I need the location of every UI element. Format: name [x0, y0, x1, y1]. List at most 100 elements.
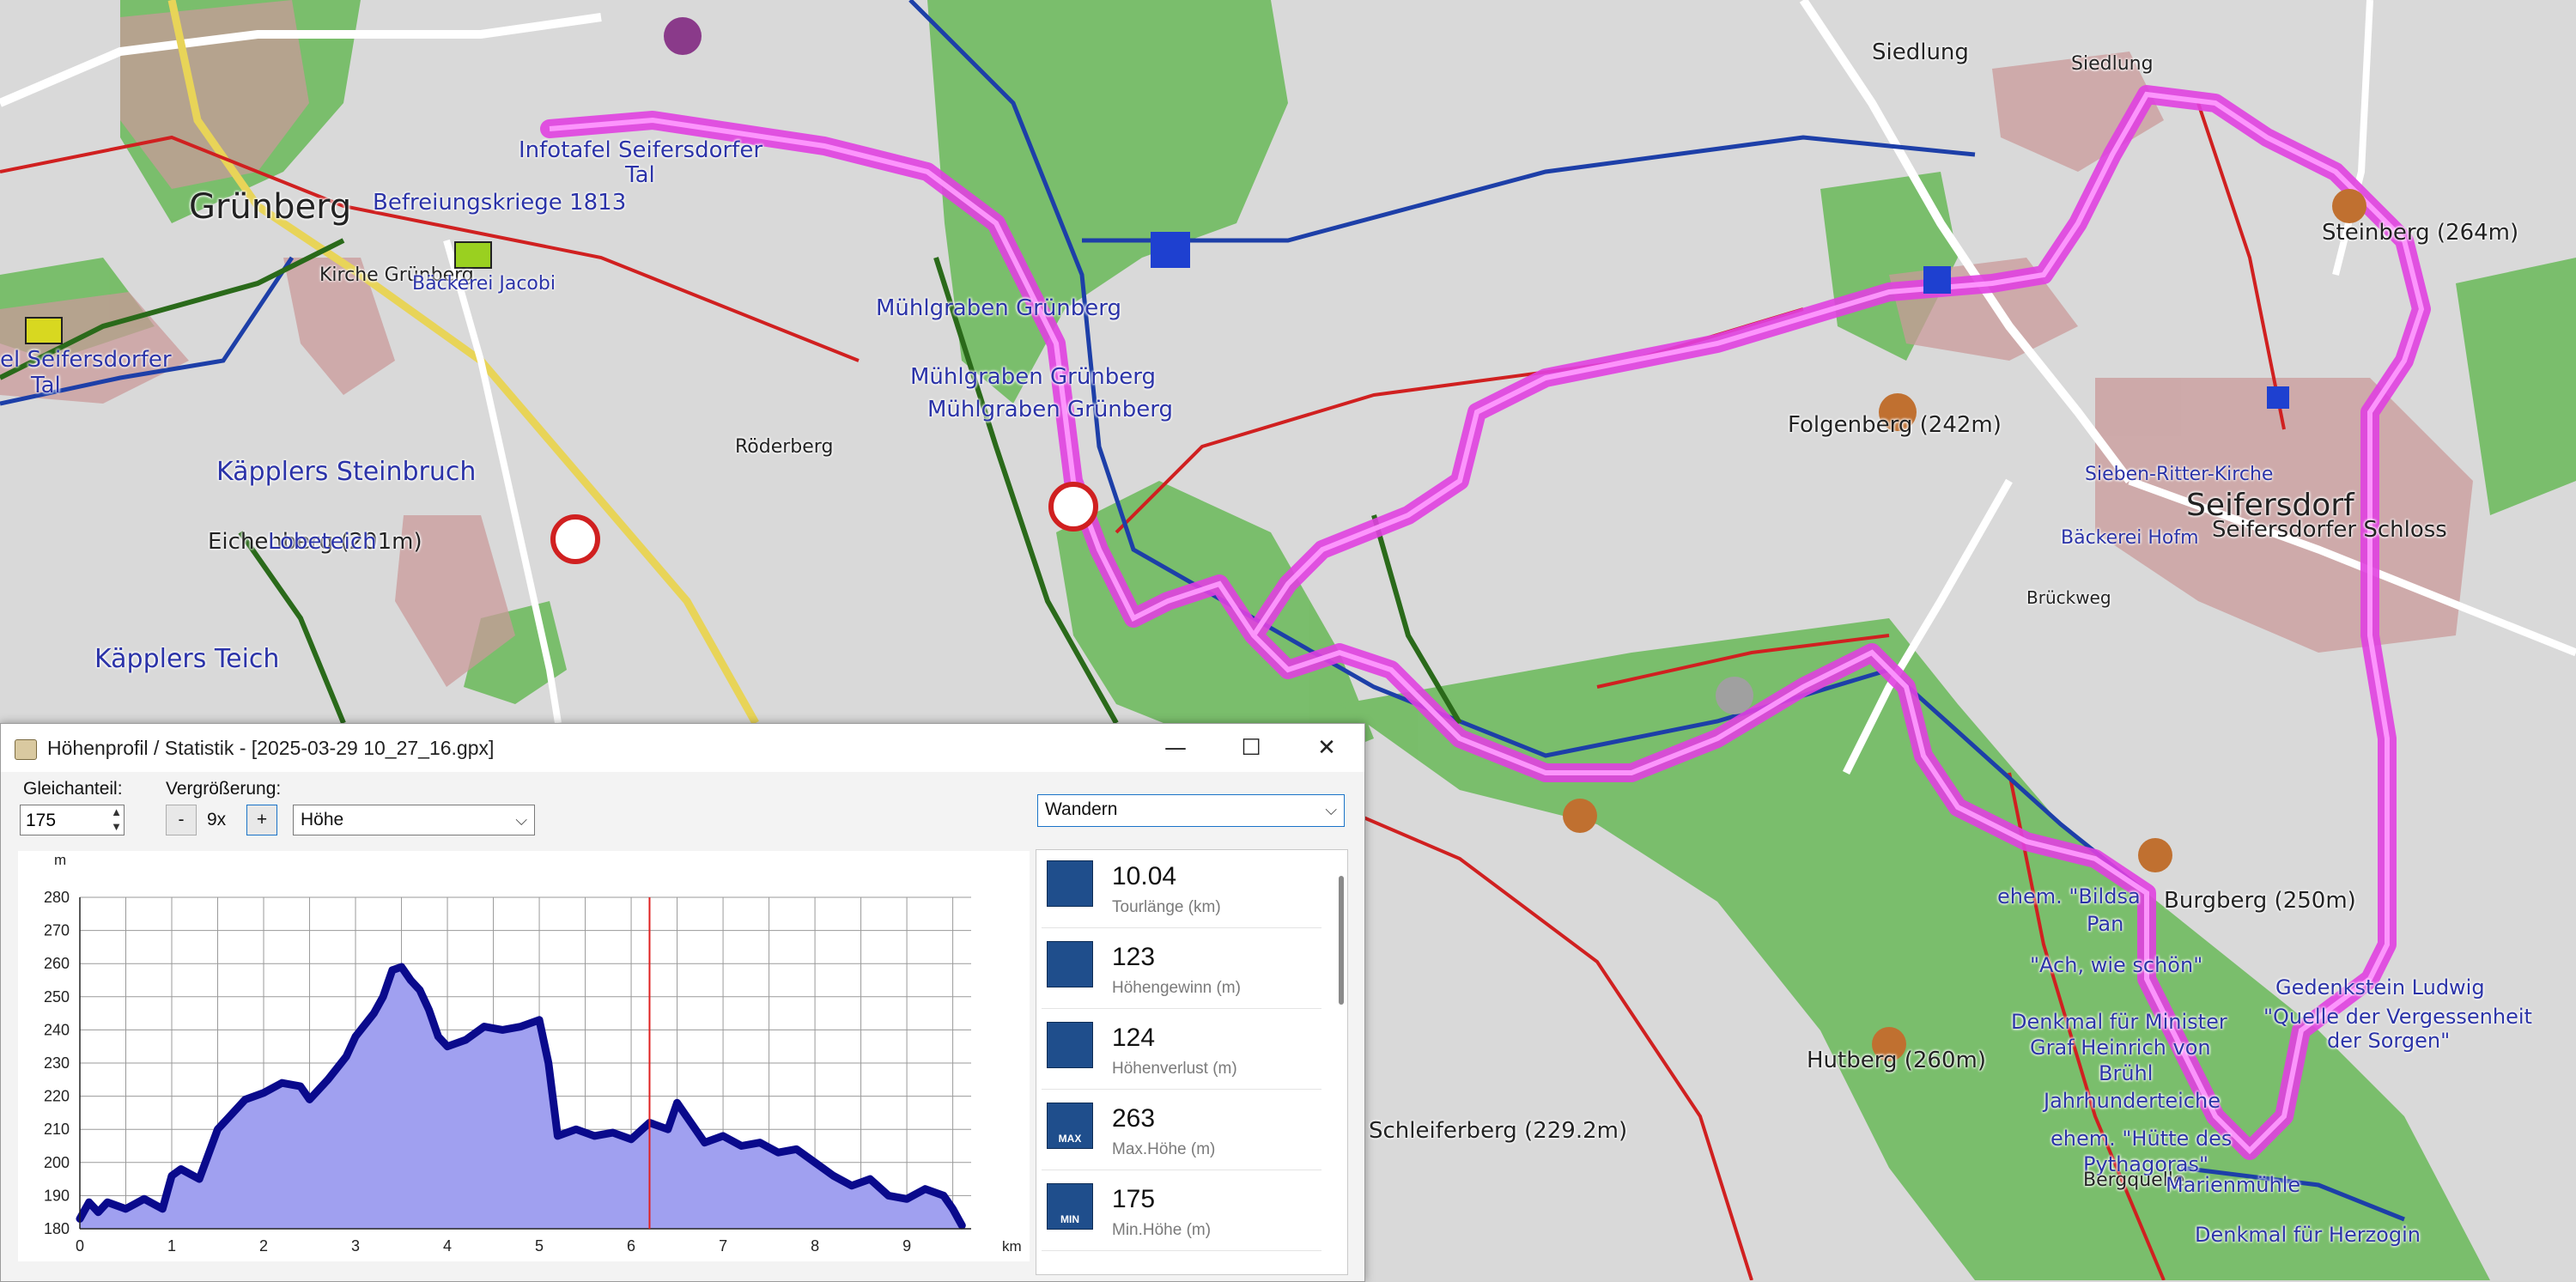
elevation-point [416, 987, 422, 993]
gleichanteil-spinner[interactable]: 175 ▲ ▼ [20, 805, 125, 835]
map-label: Tal [31, 373, 61, 398]
elevation-point [848, 1182, 854, 1188]
y-tick-label: 210 [44, 1121, 70, 1138]
map-label: Mühlgraben Grünberg [910, 364, 1157, 390]
stat-item: 10.04 Tourlänge (km) [1042, 854, 1321, 928]
elevation-point [215, 1127, 221, 1133]
y-tick-label: 190 [44, 1187, 70, 1204]
gleichanteil-label: Gleichanteil: [23, 779, 123, 799]
y-tick-label: 280 [44, 889, 70, 906]
elevation-point [950, 1206, 956, 1212]
elevation-chart[interactable]: 0 1 2 3 4 5 6 7 8 9 180 190 200 210 220 230 240 250 260 270… [18, 851, 1030, 1261]
stat-item: MAX 263 Max.Höhe (m) [1042, 1096, 1321, 1170]
elevation-point [674, 1100, 680, 1106]
zoom-in-button[interactable]: + [246, 805, 277, 835]
chevron-down-icon: ⌵ [515, 811, 527, 829]
map-label: el Seifersdorfer [0, 347, 172, 373]
y-tick-label: 180 [44, 1220, 70, 1237]
stat-label: Höhengewinn (m) [1112, 979, 1241, 997]
y-tick-label: 240 [44, 1021, 70, 1038]
stat-label: Tourlänge (km) [1112, 898, 1221, 916]
map-label: Marienmühle [2166, 1173, 2301, 1197]
pin-icon [664, 17, 702, 55]
no-horses-icon [1048, 482, 1098, 532]
map-label: Käpplers Teich [94, 644, 280, 674]
parking-icon [1923, 266, 1951, 294]
close-button[interactable]: ✕ [1308, 731, 1346, 765]
map-label: Schleiferberg (229.2m) [1369, 1118, 1628, 1144]
elevation-point [224, 1116, 230, 1122]
stat-value: 10.04 [1112, 862, 1177, 890]
spin-up-icon[interactable]: ▲ [111, 805, 122, 819]
activity-select[interactable]: Wandern ⌵ [1037, 794, 1345, 827]
maximize-button[interactable]: ☐ [1232, 731, 1270, 765]
elevation-point [545, 1060, 551, 1066]
elevation-point [371, 1011, 377, 1017]
map-label: Brühl [2099, 1061, 2154, 1085]
elevation-point [537, 1017, 543, 1023]
elevation-point [160, 1206, 166, 1212]
elevation-point [500, 1027, 506, 1033]
y-axis-unit: m [54, 852, 66, 868]
activity-select-value: Wandern [1045, 799, 1118, 819]
elevation-point [307, 1097, 313, 1103]
statistics-panel[interactable]: 10.04 Tourlänge (km) 123 Höhengewinn (m) 124… [1036, 849, 1348, 1275]
map-label: Denkmal für Minister [2011, 1010, 2227, 1034]
map-label: Bäckerei Jacobi [412, 273, 556, 295]
map-label: ehem. "Bildsa [1997, 884, 2141, 908]
elevation-point [940, 1193, 946, 1199]
elevation-point [463, 1036, 469, 1042]
tree-icon [1563, 799, 1597, 833]
elevation-point [518, 1024, 524, 1030]
elevation-point [885, 1193, 891, 1199]
elevation-profile-window[interactable]: Höhenprofil / Statistik - [2025-03-29 10… [0, 723, 1365, 1282]
map-label: Brückweg [2026, 587, 2111, 608]
y-tick-label: 230 [44, 1054, 70, 1072]
info-icon [2267, 386, 2289, 409]
marker-icon [1716, 677, 1753, 714]
map-label: Grünberg [189, 187, 352, 227]
y-tick-label: 220 [44, 1088, 70, 1105]
x-tick-label: 0 [76, 1237, 84, 1255]
tree-icon [2138, 838, 2172, 872]
map-label: Seifersdorfer Schloss [2212, 517, 2447, 543]
mode-select[interactable]: Höhe ⌵ [293, 805, 535, 835]
elevation-point [95, 1209, 101, 1215]
x-tick-label: 8 [811, 1237, 819, 1255]
x-tick-label: 2 [259, 1237, 268, 1255]
statistics-scrollbar[interactable] [1339, 876, 1344, 1005]
elevation-point [398, 964, 404, 970]
x-tick-label: 6 [627, 1237, 635, 1255]
minimize-button[interactable]: — [1157, 731, 1194, 765]
elevation-point [343, 1054, 349, 1060]
stat-item: MIN 175 Min.Höhe (m) [1042, 1176, 1321, 1251]
x-tick-label: 3 [351, 1237, 360, 1255]
map-label: "Ach, wie schön" [2030, 953, 2203, 977]
elevation-point [197, 1176, 203, 1182]
x-tick-label: 5 [535, 1237, 544, 1255]
elevation-gain-icon [1047, 941, 1093, 987]
map-label: Graf Heinrich von [2030, 1036, 2211, 1060]
map-label: Steinberg (264m) [2322, 220, 2519, 246]
map-label: Röderberg [735, 436, 834, 458]
elevation-loss-icon [1047, 1022, 1093, 1068]
map-label: Pan [2087, 912, 2124, 936]
y-tick-label: 270 [44, 922, 70, 939]
gleichanteil-value: 175 [26, 811, 57, 830]
elevation-point [353, 1034, 359, 1040]
zoom-out-button[interactable]: - [166, 805, 197, 835]
spin-down-icon[interactable]: ▼ [111, 820, 122, 834]
title-bar[interactable]: Höhenprofil / Statistik - [2025-03-29 10… [1, 724, 1364, 772]
elevation-point [279, 1080, 285, 1086]
x-tick-label: 9 [902, 1237, 911, 1255]
elevation-point [592, 1133, 598, 1139]
x-axis-unit: km [1002, 1238, 1022, 1255]
map-label: Sieben-Ritter-Kirche [2085, 464, 2274, 485]
min-height-icon: MIN [1047, 1183, 1093, 1230]
elevation-point [922, 1186, 928, 1192]
map-label: Burgberg (250m) [2164, 888, 2356, 914]
stat-badge: MIN [1060, 1213, 1079, 1225]
route-icon [1047, 860, 1093, 907]
map-label: ehem. "Hütte des [2050, 1127, 2233, 1151]
elevation-point [408, 977, 414, 983]
